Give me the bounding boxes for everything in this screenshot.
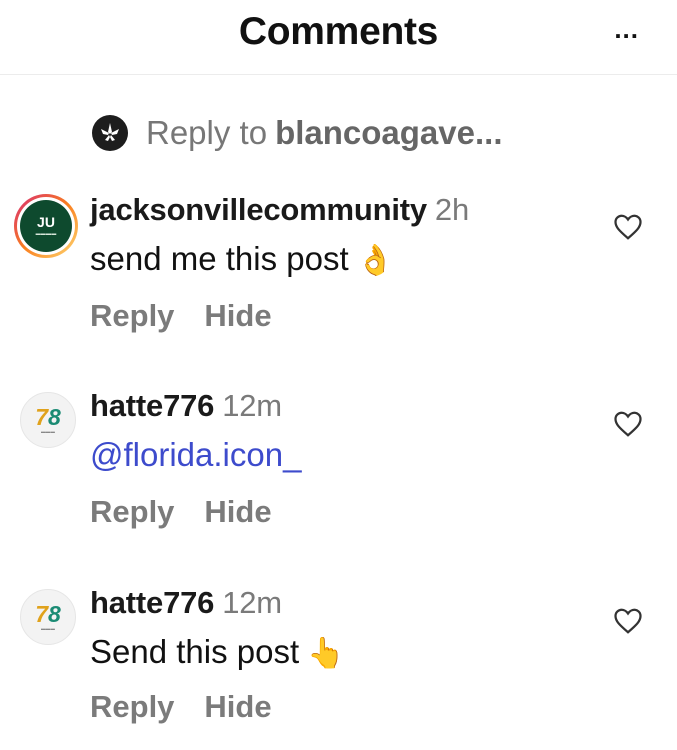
reply-button[interactable]: Reply [90,494,174,529]
comment-time: 12m [222,388,282,423]
hide-button[interactable]: Hide [204,494,271,529]
like-heart-icon[interactable] [613,607,643,635]
comment-mention-link[interactable]: @florida.icon_ [90,436,301,474]
avatar-logo: 78 ▬▬▬ [35,601,61,632]
pointing-up-emoji-icon: 👆 [307,637,345,670]
reply-to-prefix: Reply to [146,114,268,151]
page-title: Comments [238,10,439,53]
username-text: jacksonvillecommunity [90,192,427,227]
comment-username[interactable]: jacksonvillecommunity 2h [90,192,469,228]
more-options-button[interactable]: ... [614,14,639,45]
comment-actions: Reply Hide [90,689,302,725]
reply-button[interactable]: Reply [90,689,174,724]
agave-logo-icon [101,123,119,141]
comment-text-content: send me this post [90,240,349,277]
avatar-sub-bar: ▬▬▬▬ [35,231,57,237]
avatar-number: 78 [35,601,61,627]
comment-text: Send this post 👆 [90,633,345,671]
reply-button[interactable]: Reply [90,298,174,333]
hide-button[interactable]: Hide [204,298,271,333]
avatar[interactable]: JU ▬▬▬▬ [14,194,78,258]
comment-username[interactable]: hatte776 12m [90,388,282,424]
ok-hand-emoji-icon: 👌 [356,244,394,277]
comment-actions: Reply Hide [90,494,302,530]
comment-text: send me this post 👌 [90,240,394,278]
avatar-logo: JU ▬▬▬▬ [20,200,72,252]
hide-button[interactable]: Hide [204,689,271,724]
comments-header: Comments ... [0,0,677,75]
comment-actions: Reply Hide [90,298,302,334]
reply-to-banner: Reply to blancoagave... [92,112,503,154]
username-text: hatte776 [90,585,215,620]
comment-time: 12m [222,585,282,620]
username-text: hatte776 [90,388,215,423]
comment-time: 2h [434,192,470,227]
avatar[interactable]: 78 ▬▬▬ [20,392,76,448]
avatar-letters: JU [37,214,55,230]
reply-to-username[interactable]: blancoagave... [275,114,502,152]
comment-username[interactable]: hatte776 12m [90,585,282,621]
replied-user-avatar [92,115,128,151]
avatar-logo: 78 ▬▬▬ [35,404,61,435]
avatar-number: 78 [35,404,61,430]
like-heart-icon[interactable] [613,213,643,241]
avatar[interactable]: 78 ▬▬▬ [20,589,76,645]
like-heart-icon[interactable] [613,410,643,438]
comment-text-content: Send this post [90,633,300,670]
